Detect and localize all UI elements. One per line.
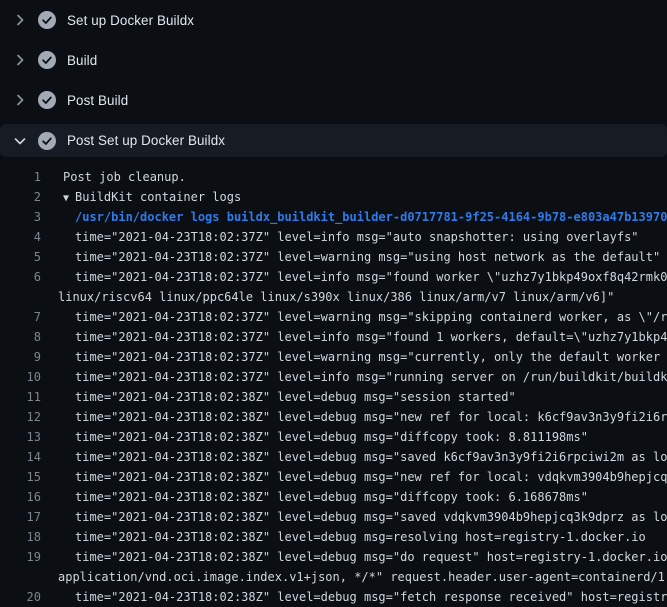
chevron-right-icon <box>12 52 28 68</box>
chevron-right-icon <box>12 92 28 108</box>
log-line: 8 time="2021-04-23T18:02:37Z" level=info… <box>0 327 667 347</box>
log-text: time="2021-04-23T18:02:37Z" level=info m… <box>41 267 667 287</box>
chevron-right-icon <box>12 12 28 28</box>
log-line: 4 time="2021-04-23T18:02:37Z" level=info… <box>0 227 667 247</box>
log-text: time="2021-04-23T18:02:38Z" level=debug … <box>41 587 667 607</box>
log-group-collapse-icon[interactable]: ▼ <box>63 193 69 204</box>
log-line: 1 Post job cleanup. <box>0 167 667 187</box>
log-text: application/vnd.oci.image.index.v1+json,… <box>41 567 667 587</box>
step-title: Post Set up Docker Buildx <box>67 133 225 148</box>
log-line: 9 time="2021-04-23T18:02:37Z" level=warn… <box>0 347 667 367</box>
line-number[interactable]: 15 <box>0 467 41 487</box>
log-line: 14 time="2021-04-23T18:02:38Z" level=deb… <box>0 447 667 467</box>
log-line: 17 time="2021-04-23T18:02:38Z" level=deb… <box>0 507 667 527</box>
log-text: time="2021-04-23T18:02:38Z" level=debug … <box>41 407 667 427</box>
log-line: 18 time="2021-04-23T18:02:38Z" level=deb… <box>0 527 667 547</box>
log-line: 3 /usr/bin/docker logs buildx_buildkit_b… <box>0 207 667 227</box>
line-number[interactable]: 10 <box>0 367 41 387</box>
line-number[interactable] <box>0 567 41 587</box>
log-text: time="2021-04-23T18:02:37Z" level=warnin… <box>41 307 667 327</box>
check-circle-icon <box>38 91 56 109</box>
line-number[interactable]: 19 <box>0 547 41 567</box>
step-row-set-up-docker-buildx[interactable]: Set up Docker Buildx <box>0 0 667 40</box>
line-number[interactable]: 6 <box>0 267 41 287</box>
line-number[interactable]: 18 <box>0 527 41 547</box>
line-number[interactable]: 17 <box>0 507 41 527</box>
step-row-build[interactable]: Build <box>0 40 667 80</box>
line-number[interactable]: 2 <box>0 187 41 207</box>
log-text: linux/riscv64 linux/ppc64le linux/s390x … <box>41 287 667 307</box>
log-line: 19 time="2021-04-23T18:02:38Z" level=deb… <box>0 547 667 567</box>
log-line: 16 time="2021-04-23T18:02:38Z" level=deb… <box>0 487 667 507</box>
log-line: linux/riscv64 linux/ppc64le linux/s390x … <box>0 287 667 307</box>
log-line: 12 time="2021-04-23T18:02:38Z" level=deb… <box>0 407 667 427</box>
log-viewer[interactable]: 1 Post job cleanup. 2 ▼ BuildKit containe… <box>0 163 667 607</box>
log-text: Post job cleanup. <box>41 167 667 187</box>
log-text: time="2021-04-23T18:02:37Z" level=warnin… <box>41 247 667 267</box>
log-line: 11 time="2021-04-23T18:02:38Z" level=deb… <box>0 387 667 407</box>
log-line: 2 ▼ BuildKit container logs <box>0 187 667 207</box>
step-row-post-set-up-docker-buildx[interactable]: Post Set up Docker Buildx <box>0 124 667 157</box>
log-text: time="2021-04-23T18:02:38Z" level=debug … <box>41 447 667 467</box>
check-circle-icon <box>38 132 56 150</box>
line-number[interactable]: 5 <box>0 247 41 267</box>
line-number[interactable] <box>0 287 41 307</box>
chevron-down-icon <box>12 133 28 149</box>
log-text: time="2021-04-23T18:02:38Z" level=debug … <box>41 547 667 567</box>
log-text: ▼ BuildKit container logs <box>41 187 667 207</box>
log-group-label: BuildKit container logs <box>75 190 241 204</box>
log-line: 6 time="2021-04-23T18:02:37Z" level=info… <box>0 267 667 287</box>
log-text: time="2021-04-23T18:02:37Z" level=warnin… <box>41 347 667 367</box>
line-number[interactable]: 3 <box>0 207 41 227</box>
log-text: time="2021-04-23T18:02:38Z" level=debug … <box>41 467 667 487</box>
check-circle-icon <box>38 11 56 29</box>
log-text: /usr/bin/docker logs buildx_buildkit_bui… <box>41 207 667 227</box>
step-title: Set up Docker Buildx <box>67 13 194 28</box>
log-line: 20 time="2021-04-23T18:02:38Z" level=deb… <box>0 587 667 607</box>
steps-list: Set up Docker Buildx Build Post Buil <box>0 0 667 157</box>
line-number[interactable]: 14 <box>0 447 41 467</box>
check-circle-icon <box>38 51 56 69</box>
log-text: time="2021-04-23T18:02:38Z" level=debug … <box>41 427 667 447</box>
line-number[interactable]: 12 <box>0 407 41 427</box>
step-title: Post Build <box>67 93 128 108</box>
log-line: application/vnd.oci.image.index.v1+json,… <box>0 567 667 587</box>
line-number[interactable]: 9 <box>0 347 41 367</box>
line-number[interactable]: 11 <box>0 387 41 407</box>
log-line: 7 time="2021-04-23T18:02:37Z" level=warn… <box>0 307 667 327</box>
line-number[interactable]: 13 <box>0 427 41 447</box>
line-number[interactable]: 20 <box>0 587 41 607</box>
log-text: time="2021-04-23T18:02:37Z" level=info m… <box>41 327 667 347</box>
log-text: time="2021-04-23T18:02:38Z" level=debug … <box>41 507 667 527</box>
line-number[interactable]: 1 <box>0 167 41 187</box>
log-line: 5 time="2021-04-23T18:02:37Z" level=warn… <box>0 247 667 267</box>
line-number[interactable]: 4 <box>0 227 41 247</box>
log-text: time="2021-04-23T18:02:37Z" level=info m… <box>41 367 667 387</box>
log-line: 13 time="2021-04-23T18:02:38Z" level=deb… <box>0 427 667 447</box>
line-number[interactable]: 8 <box>0 327 41 347</box>
log-text: time="2021-04-23T18:02:38Z" level=debug … <box>41 527 667 547</box>
log-line: 15 time="2021-04-23T18:02:38Z" level=deb… <box>0 467 667 487</box>
step-title: Build <box>67 53 97 68</box>
log-text: time="2021-04-23T18:02:38Z" level=debug … <box>41 387 667 407</box>
line-number[interactable]: 7 <box>0 307 41 327</box>
log-line: 10 time="2021-04-23T18:02:37Z" level=inf… <box>0 367 667 387</box>
log-text: time="2021-04-23T18:02:37Z" level=info m… <box>41 227 667 247</box>
step-row-post-build[interactable]: Post Build <box>0 80 667 120</box>
line-number[interactable]: 16 <box>0 487 41 507</box>
log-text: time="2021-04-23T18:02:38Z" level=debug … <box>41 487 667 507</box>
